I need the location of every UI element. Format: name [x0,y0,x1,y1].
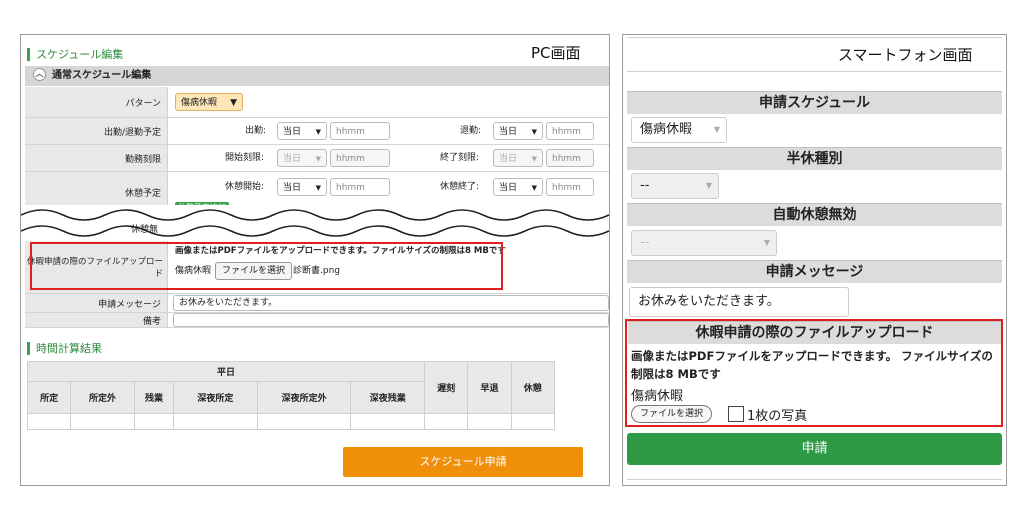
table-row [26,413,556,430]
table-header: 深夜所定外 [256,381,352,414]
shukkin-time-input[interactable]: hhmm [330,122,390,140]
taikin-day-select[interactable]: 当日 ▼ [493,122,543,140]
caret-down-icon: ▼ [713,125,720,134]
caret-down-icon: ▼ [230,98,237,108]
taikin-label: 退勤: [460,126,482,136]
table-header: 所定 [26,381,72,414]
caret-down-icon: ▼ [531,128,537,136]
day-value: 当日 [283,183,302,193]
hidden-label-fragment: 休憩無 [131,225,159,235]
break-start-label: 休憩開始: [225,182,265,192]
start-limit-time-input: hhmm [330,149,390,167]
subheader-normal-schedule[interactable]: ︿ 通常スケジュール編集 [25,66,609,86]
worktime-row: 勤務刻限 開始刻限: 当日 ▼ hhmm 終了刻限: 当日 ▼ hhmm [25,145,609,172]
autobreak-value: -- [640,235,650,250]
pattern-select[interactable]: 傷病休暇 ▼ [175,93,243,111]
end-limit-day-select: 当日 ▼ [493,149,543,167]
divider [627,479,1002,480]
caret-down-icon: ▼ [531,184,537,192]
section-title-time-calc: 時間計算結果 [27,342,102,355]
message-header: 申請メッセージ [627,260,1002,283]
divider [627,71,1002,72]
photo-label: 1枚の写真 [747,409,808,424]
halfday-value: -- [640,178,650,193]
day-value: 当日 [499,127,518,137]
day-value: 当日 [499,154,518,164]
upload-kind: 傷病休暇 [631,389,684,404]
break-end-day-select[interactable]: 当日 ▼ [493,178,543,196]
time-calc-table: 平日 遅刻 早退 休憩 所定 所定外 残業 深夜所定 深夜所定外 深夜残業 [26,361,556,430]
file-select-button[interactable]: ファイルを選択 [631,405,713,423]
table-header: 深夜所定 [173,381,258,414]
section-title-schedule-edit: スケジュール編集 [27,48,123,61]
caret-down-icon: ▼ [315,128,321,136]
table-header: 残業 [133,381,175,414]
message-input[interactable]: お休みをいただきます。 [173,295,609,311]
remarks-label: 備考 [25,313,168,327]
schedule-submit-button[interactable]: スケジュール申請 [343,447,583,477]
pc-caption: PC画面 [531,44,581,62]
remarks-input[interactable] [173,313,609,327]
schedule-value: 傷病休暇 [640,122,693,137]
attendance-row: 出勤/退勤予定 出勤: 当日 ▼ hhmm 退勤: 当日 ▼ hhmm [25,118,609,145]
message-input[interactable]: お休みをいただきます。 [629,287,849,317]
day-value: 当日 [499,183,518,193]
shukkin-day-select[interactable]: 当日 ▼ [277,122,327,140]
caret-down-icon: ▼ [705,181,712,190]
end-limit-time-input: hhmm [546,149,594,167]
table-header: 所定外 [70,381,135,414]
table-header-late: 遅刻 [423,361,469,414]
subheader-label: 通常スケジュール編集 [52,70,152,81]
smartphone-screen-panel: スマートフォン画面 申請スケジュール 傷病休暇 ▼ 半休種別 -- ▼ 自動休憩無効… [622,34,1007,486]
schedule-select[interactable]: 傷病休暇 ▼ [631,117,727,143]
break-end-time-input[interactable]: hhmm [546,178,594,196]
taikin-time-input[interactable]: hhmm [546,122,594,140]
message-label: 申請メッセージ [25,294,168,312]
chevron-up-icon[interactable]: ︿ [33,67,46,81]
photo-checkbox[interactable] [728,406,744,422]
start-limit-label: 開始刻限: [225,153,265,163]
pattern-row: パターン 傷病休暇 ▼ [25,87,609,118]
day-value: 当日 [283,154,302,164]
break-end-label: 休憩終了: [440,182,480,192]
wave-cut-divider [21,205,609,239]
upload-header: 休暇申請の際のファイルアップロード [628,321,1001,344]
break-start-day-select[interactable]: 当日 ▼ [277,178,327,196]
start-limit-day-select: 当日 ▼ [277,149,327,167]
autobreak-select: -- ▼ [631,230,777,256]
pattern-value: 傷病休暇 [181,98,218,108]
sp-caption: スマートフォン画面 [838,46,973,64]
table-group-header: 平日 [27,361,425,382]
end-limit-label: 終了刻限: [440,153,480,163]
pc-screen-panel: スケジュール編集 PC画面 ︿ 通常スケジュール編集 パターン 傷病休暇 ▼ 出勤/… [20,34,610,486]
upload-highlight-box [30,242,503,290]
pattern-label: パターン [25,87,168,117]
upload-note: 画像またはPDFファイルをアップロードできます。 ファイルサイズの制限は8 MB… [631,349,993,381]
message-row: 申請メッセージ お休みをいただきます。 [25,294,609,313]
table-header: 深夜残業 [350,381,425,414]
autobreak-header: 自動休憩無効 [627,203,1002,226]
halfday-header: 半休種別 [627,147,1002,170]
worktime-label: 勤務刻限 [25,145,168,171]
halfday-select[interactable]: -- ▼ [631,173,719,199]
attendance-label: 出勤/退勤予定 [25,118,168,144]
caret-down-icon: ▼ [531,155,537,163]
schedule-header: 申請スケジュール [627,91,1002,114]
table-header-early: 早退 [467,361,512,414]
divider [627,37,1002,38]
caret-down-icon: ▼ [315,155,321,163]
caret-down-icon: ▼ [315,184,321,192]
submit-button[interactable]: 申請 [627,433,1002,465]
day-value: 当日 [283,127,302,137]
table-header-break: 休憩 [510,361,556,414]
remarks-row: 備考 [25,313,609,328]
caret-down-icon: ▼ [763,238,770,247]
break-start-time-input[interactable]: hhmm [330,178,390,196]
shukkin-label: 出勤: [245,126,267,136]
